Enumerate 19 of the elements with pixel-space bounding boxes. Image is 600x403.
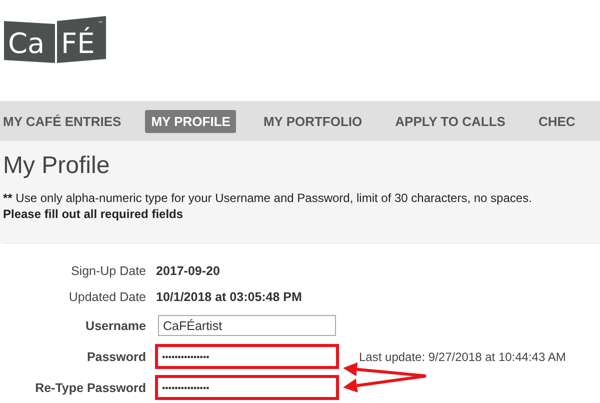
nav-tab[interactable]: MY PROFILE: [145, 110, 236, 132]
username-field[interactable]: CaFÉartist: [158, 315, 336, 336]
nav-tab[interactable]: MY CAFÉ ENTRIES: [3, 114, 122, 128]
nav-tab[interactable]: APPLY TO CALLS: [395, 114, 506, 128]
field-label: Sign-Up Date: [70, 264, 147, 278]
update-note: Last update: 9/27/2018 at 10:44:43 AM: [359, 350, 566, 364]
field-label: Password: [86, 350, 147, 364]
instruction-text: ** Use only alpha-numeric type for your Username and Password, limit of 30 characters, no spaces.: [3, 190, 533, 206]
field-value: 2017-09-20: [156, 264, 220, 278]
nav-tab[interactable]: MY PORTFOLIO: [263, 114, 362, 128]
instruction-text: Please fill out all required fields: [3, 206, 184, 222]
password-field[interactable]: •••••••••••••••: [155, 344, 339, 369]
password-field[interactable]: •••••••••••••••: [155, 375, 339, 400]
field-label: Updated Date: [68, 290, 147, 304]
field-label: Re-Type Password: [34, 380, 147, 394]
field-value: 10/1/2018 at 03:05:48 PM: [156, 290, 302, 304]
page-title: My Profile: [3, 151, 111, 181]
field-label: Username: [84, 318, 147, 332]
nav-tab[interactable]: CHEC: [538, 114, 576, 128]
